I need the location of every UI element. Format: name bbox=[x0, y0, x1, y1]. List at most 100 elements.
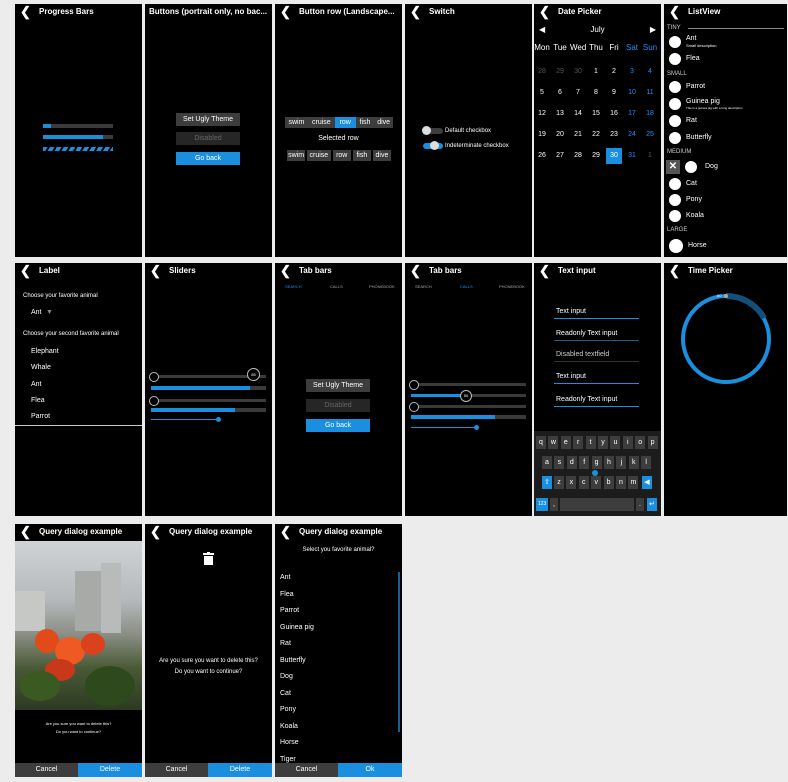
list-item[interactable]: Parrot bbox=[31, 413, 50, 420]
list-item[interactable]: Flea bbox=[31, 397, 45, 404]
calendar-day[interactable]: 3 bbox=[624, 66, 640, 78]
list-item-rat[interactable]: Rat bbox=[686, 117, 697, 124]
list-item-dog[interactable]: Dog bbox=[705, 163, 718, 170]
slider-1-knob[interactable]: 85 bbox=[247, 368, 260, 381]
go-back-button[interactable]: Go back bbox=[306, 419, 370, 432]
calendar-day[interactable]: 28 bbox=[534, 66, 550, 78]
calendar-day[interactable]: 19 bbox=[534, 129, 550, 141]
switch-indeterminate[interactable] bbox=[423, 141, 443, 150]
key-l[interactable]: l bbox=[641, 456, 652, 469]
backspace-key-icon[interactable]: ◀ bbox=[642, 476, 652, 489]
calendar-day[interactable]: 24 bbox=[624, 129, 640, 141]
segment-swim[interactable]: swim bbox=[287, 150, 306, 161]
tab-calls[interactable]: CALLS bbox=[460, 284, 473, 289]
back-chevron-icon[interactable]: ❮ bbox=[280, 5, 291, 19]
calendar-day[interactable]: 2 bbox=[606, 66, 622, 78]
key-y[interactable]: y bbox=[598, 436, 608, 449]
shift-key-icon[interactable]: ⇧ bbox=[542, 476, 552, 489]
back-chevron-icon[interactable]: ❮ bbox=[280, 264, 291, 278]
slider-3[interactable] bbox=[411, 405, 526, 408]
tab-search[interactable]: SEARCH bbox=[415, 284, 432, 289]
calendar-day[interactable]: 20 bbox=[552, 129, 568, 141]
time-dial[interactable] bbox=[676, 289, 776, 389]
list-item[interactable]: Horse bbox=[280, 739, 299, 746]
slider-1-knob[interactable] bbox=[409, 380, 419, 390]
slider-3-knob[interactable] bbox=[409, 402, 419, 412]
switch-default[interactable] bbox=[422, 126, 443, 135]
thin-slider-knob[interactable] bbox=[474, 425, 479, 430]
cancel-button[interactable]: Cancel bbox=[145, 763, 208, 777]
key-123[interactable]: 123 bbox=[536, 498, 548, 511]
list-item-guinea-pig[interactable]: Guinea pig bbox=[686, 98, 720, 105]
calendar-day[interactable]: 13 bbox=[552, 108, 568, 120]
calendar-day[interactable]: 15 bbox=[588, 108, 604, 120]
back-chevron-icon[interactable]: ❮ bbox=[539, 264, 550, 278]
key-n[interactable]: n bbox=[616, 476, 626, 489]
delete-button[interactable]: Delete bbox=[78, 763, 142, 777]
key-v[interactable]: v bbox=[591, 476, 602, 489]
key-o[interactable]: o bbox=[635, 436, 646, 449]
key-.[interactable]: . bbox=[636, 498, 644, 511]
segment-row[interactable]: row bbox=[334, 117, 356, 128]
calendar-day[interactable]: 22 bbox=[588, 129, 604, 141]
thin-slider-knob[interactable] bbox=[216, 417, 221, 422]
segment-row[interactable]: row bbox=[332, 150, 351, 161]
segment-dive[interactable]: dive bbox=[372, 150, 391, 161]
list-item-horse[interactable]: Horse bbox=[688, 242, 707, 249]
calendar-day[interactable]: 11 bbox=[642, 87, 658, 99]
calendar-day[interactable]: 29 bbox=[588, 150, 604, 162]
back-chevron-icon[interactable]: ❮ bbox=[410, 264, 421, 278]
list-item-parrot[interactable]: Parrot bbox=[686, 83, 705, 90]
tab-phonebook[interactable]: PHONEBOOK bbox=[499, 284, 525, 289]
calendar-day[interactable]: 30 bbox=[606, 148, 622, 164]
key-r[interactable]: r bbox=[573, 436, 584, 449]
delete-icon[interactable]: ✕ bbox=[666, 160, 680, 174]
calendar-day[interactable]: 25 bbox=[642, 129, 658, 141]
key-t[interactable]: t bbox=[585, 436, 596, 449]
space-key[interactable] bbox=[560, 498, 634, 511]
back-chevron-icon[interactable]: ❮ bbox=[669, 5, 680, 19]
delete-button[interactable]: Delete bbox=[208, 763, 272, 777]
calendar-day[interactable]: 16 bbox=[606, 108, 622, 120]
enter-key-icon[interactable]: ↵ bbox=[647, 498, 657, 511]
back-chevron-icon[interactable]: ❮ bbox=[150, 525, 161, 539]
text-input-field[interactable]: Text input bbox=[556, 373, 586, 380]
key-q[interactable]: q bbox=[536, 436, 546, 449]
calendar-day[interactable]: 17 bbox=[624, 108, 640, 120]
key-g[interactable]: g bbox=[591, 456, 602, 469]
list-item-ant[interactable]: Ant bbox=[686, 35, 697, 42]
ok-button[interactable]: Ok bbox=[338, 763, 402, 777]
list-item-butterfly[interactable]: Butterfly bbox=[686, 134, 712, 141]
back-chevron-icon[interactable]: ❮ bbox=[20, 525, 31, 539]
segment-cruise[interactable]: cruise bbox=[307, 117, 335, 128]
tab-search[interactable]: SEARCH bbox=[285, 284, 302, 289]
calendar-day[interactable]: 5 bbox=[534, 87, 550, 99]
calendar-day[interactable]: 7 bbox=[570, 87, 586, 99]
cancel-button[interactable]: Cancel bbox=[275, 763, 338, 777]
set-ugly-theme-button[interactable]: Set Ugly Theme bbox=[176, 113, 240, 126]
slider-2-knob[interactable]: 50 bbox=[460, 390, 472, 402]
list-item[interactable]: Dog bbox=[280, 673, 293, 680]
calendar-day[interactable]: 1 bbox=[588, 66, 604, 78]
tab-phonebook[interactable]: PHONEBOOK bbox=[369, 284, 395, 289]
list-item[interactable]: Koala bbox=[280, 723, 298, 730]
slider-2[interactable] bbox=[151, 399, 266, 402]
calendar-day[interactable]: 21 bbox=[570, 129, 586, 141]
calendar-day[interactable]: 6 bbox=[552, 87, 568, 99]
list-item[interactable]: Whale bbox=[31, 364, 51, 371]
list-item[interactable]: Ant bbox=[31, 381, 42, 388]
key-k[interactable]: k bbox=[628, 456, 639, 469]
calendar-day[interactable]: 31 bbox=[624, 150, 640, 162]
cancel-button[interactable]: Cancel bbox=[15, 763, 78, 777]
calendar-day[interactable]: 1 bbox=[642, 150, 658, 162]
calendar-day[interactable]: 30 bbox=[570, 66, 586, 78]
list-item[interactable]: Tiger bbox=[280, 756, 296, 763]
list-item[interactable]: Ant bbox=[280, 574, 291, 581]
back-chevron-icon[interactable]: ❮ bbox=[280, 525, 291, 539]
segment-dive[interactable]: dive bbox=[374, 117, 393, 128]
list-item[interactable]: Elephant bbox=[31, 348, 59, 355]
back-chevron-icon[interactable]: ❮ bbox=[539, 5, 550, 19]
key-j[interactable]: j bbox=[616, 456, 627, 469]
segment-swim[interactable]: swim bbox=[285, 117, 308, 128]
calendar-day[interactable]: 18 bbox=[642, 108, 658, 120]
